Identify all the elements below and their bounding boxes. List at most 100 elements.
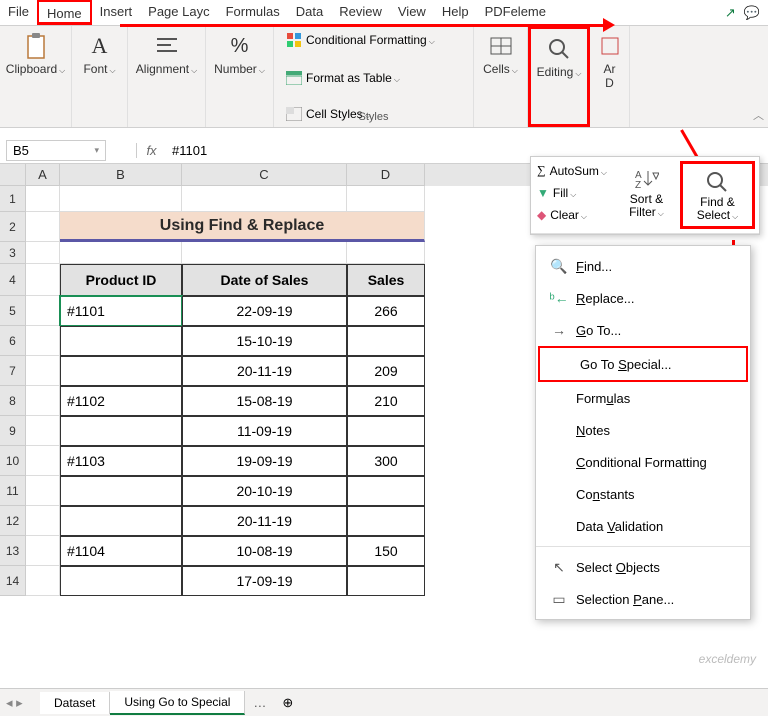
table-cell[interactable]: 15-08-19 (182, 386, 347, 416)
table-cell[interactable] (60, 506, 182, 536)
tab-formulas[interactable]: Formulas (218, 0, 288, 25)
tab-help[interactable]: Help (434, 0, 477, 25)
tab-view[interactable]: View (390, 0, 434, 25)
cell[interactable] (26, 242, 60, 264)
row-header[interactable]: 7 (0, 356, 26, 386)
cell[interactable] (60, 242, 182, 264)
table-cell[interactable] (347, 326, 425, 356)
cell[interactable] (26, 386, 60, 416)
sort-filter-button[interactable]: AZ Sort & Filter (615, 161, 678, 229)
row-header[interactable]: 9 (0, 416, 26, 446)
menu-select-objects[interactable]: ↖Select Objects (536, 551, 750, 583)
table-cell[interactable] (347, 416, 425, 446)
table-cell[interactable]: 150 (347, 536, 425, 566)
name-box[interactable]: B5▾ (6, 140, 106, 161)
cell[interactable] (347, 242, 425, 264)
comment-icon[interactable]: 💬 (744, 5, 760, 21)
table-cell[interactable]: 20-11-19 (182, 356, 347, 386)
row-header[interactable]: 13 (0, 536, 26, 566)
row-header[interactable]: 3 (0, 242, 26, 264)
select-all-corner[interactable] (0, 164, 26, 186)
format-as-table-button[interactable]: Format as Table (282, 69, 404, 87)
table-cell[interactable]: #1101 (60, 296, 182, 326)
table-cell[interactable]: 20-11-19 (182, 506, 347, 536)
table-cell[interactable] (60, 416, 182, 446)
addins-button[interactable]: Ar D (592, 30, 628, 92)
editing-button[interactable]: Editing (533, 33, 586, 81)
table-cell[interactable]: #1103 (60, 446, 182, 476)
table-cell[interactable]: 20-10-19 (182, 476, 347, 506)
menu-datavalidation[interactable]: Data Validation (536, 510, 750, 542)
tab-pagelayout[interactable]: Page Layc (140, 0, 217, 25)
row-header[interactable]: 5 (0, 296, 26, 326)
table-cell[interactable]: 22-09-19 (182, 296, 347, 326)
cells-button[interactable]: Cells (479, 30, 522, 78)
table-cell[interactable] (347, 506, 425, 536)
table-cell[interactable] (347, 566, 425, 596)
cell[interactable] (347, 186, 425, 212)
table-cell[interactable]: 11-09-19 (182, 416, 347, 446)
col-header-b[interactable]: B (60, 164, 182, 186)
menu-formulas[interactable]: Formulas (536, 382, 750, 414)
font-button[interactable]: A Font (79, 30, 119, 78)
cell[interactable] (26, 476, 60, 506)
menu-find[interactable]: 🔍Find... (536, 250, 750, 282)
cell[interactable] (26, 566, 60, 596)
menu-constants[interactable]: Constants (536, 478, 750, 510)
table-cell[interactable] (347, 476, 425, 506)
menu-replace[interactable]: ᵇ←Replace... (536, 282, 750, 314)
table-cell[interactable] (60, 326, 182, 356)
cell[interactable] (26, 326, 60, 356)
tab-review[interactable]: Review (331, 0, 390, 25)
tab-pdf[interactable]: PDFeleme (477, 0, 554, 25)
conditional-formatting-button[interactable]: Conditional Formatting (282, 30, 439, 50)
cell[interactable] (182, 242, 347, 264)
tab-home[interactable]: Home (37, 0, 92, 25)
menu-goto[interactable]: →Go To... (536, 314, 750, 346)
row-header[interactable]: 1 (0, 186, 26, 212)
cell[interactable] (26, 446, 60, 476)
autosum-button[interactable]: ∑AutoSum (535, 161, 609, 180)
cell[interactable] (26, 186, 60, 212)
menu-condfmt[interactable]: Conditional Formatting (536, 446, 750, 478)
row-header[interactable]: 4 (0, 264, 26, 296)
menu-notes[interactable]: Notes (536, 414, 750, 446)
share-icon[interactable]: ↗ (725, 5, 736, 21)
table-cell[interactable] (60, 356, 182, 386)
row-header[interactable]: 6 (0, 326, 26, 356)
table-cell[interactable]: #1104 (60, 536, 182, 566)
table-cell[interactable]: #1102 (60, 386, 182, 416)
new-sheet-button[interactable]: ⊕ (274, 695, 301, 711)
cell[interactable] (26, 212, 60, 242)
table-cell[interactable] (60, 566, 182, 596)
tab-insert[interactable]: Insert (92, 0, 141, 25)
tab-nav[interactable]: ◂ ▸ (6, 695, 23, 711)
cell[interactable] (26, 296, 60, 326)
sheet-tab-gotospecial[interactable]: Using Go to Special (110, 691, 245, 715)
clipboard-button[interactable]: Clipboard (2, 30, 69, 78)
find-select-button[interactable]: Find & Select (680, 161, 755, 229)
table-cell[interactable]: 17-09-19 (182, 566, 347, 596)
table-cell[interactable]: 210 (347, 386, 425, 416)
sheet-tab-dataset[interactable]: Dataset (40, 692, 110, 714)
cell[interactable] (26, 536, 60, 566)
fill-button[interactable]: ▼Fill (535, 184, 609, 202)
cell[interactable] (26, 506, 60, 536)
cell[interactable] (26, 416, 60, 446)
table-cell[interactable] (60, 476, 182, 506)
tab-data[interactable]: Data (288, 0, 331, 25)
row-header[interactable]: 2 (0, 212, 26, 242)
alignment-button[interactable]: Alignment (132, 30, 201, 78)
table-header[interactable]: Date of Sales (182, 264, 347, 296)
cell[interactable] (26, 356, 60, 386)
table-cell[interactable]: 209 (347, 356, 425, 386)
menu-goto-special[interactable]: Go To Special... (538, 346, 748, 382)
menu-selection-pane[interactable]: ▭Selection Pane... (536, 583, 750, 615)
fx-icon[interactable]: fx (136, 143, 166, 158)
cell[interactable] (26, 264, 60, 296)
number-button[interactable]: % Number (210, 30, 269, 78)
row-header[interactable]: 11 (0, 476, 26, 506)
row-header[interactable]: 8 (0, 386, 26, 416)
cell[interactable] (60, 186, 182, 212)
table-header[interactable]: Product ID (60, 264, 182, 296)
